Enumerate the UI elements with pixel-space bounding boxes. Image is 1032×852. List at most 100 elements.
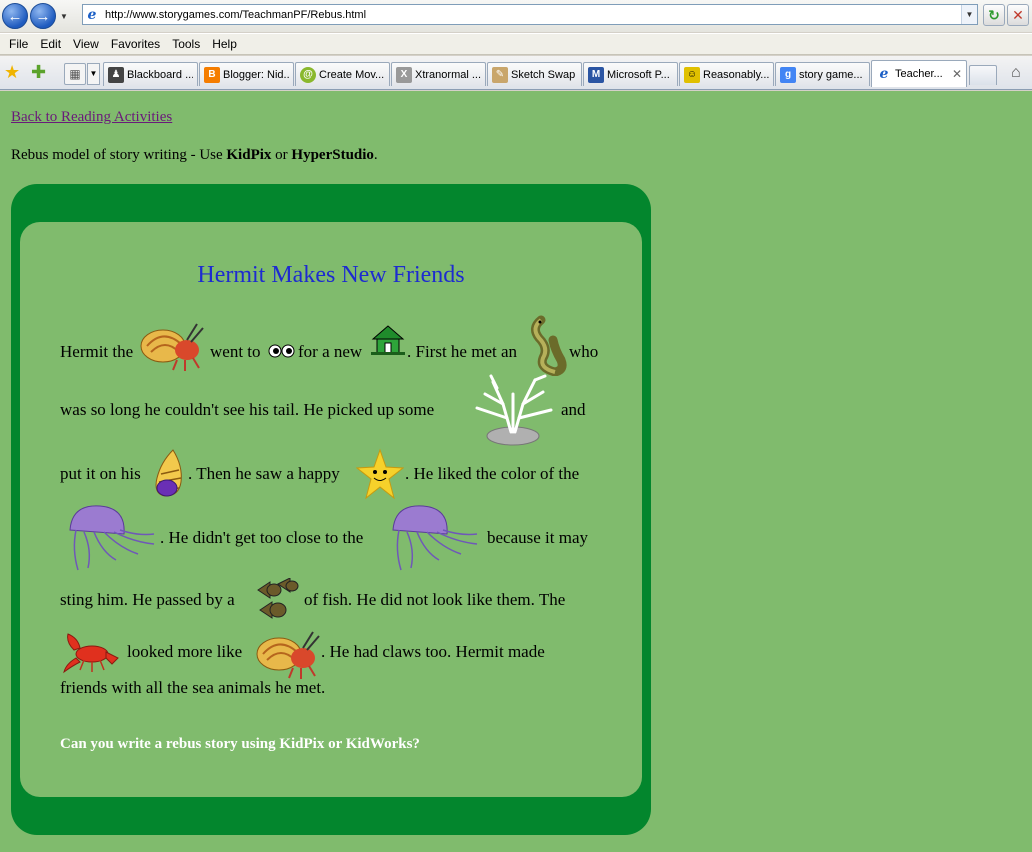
story-text: put it on his	[60, 464, 141, 483]
forward-arrow-icon: →	[35, 7, 51, 25]
menu-help[interactable]: Help	[206, 37, 243, 51]
tab-blogger[interactable]: B Blogger: Nid...	[199, 62, 294, 86]
back-arrow-icon: ←	[7, 7, 23, 25]
menu-bar: File Edit View Favorites Tools Help	[0, 33, 1032, 55]
chevron-down-icon: ▼	[89, 69, 98, 78]
menu-tools[interactable]: Tools	[166, 37, 206, 51]
hermit-crab-image	[140, 323, 204, 371]
story-text: Hermit the	[60, 342, 134, 361]
starfish-image	[356, 448, 404, 500]
stop-icon: ✕	[1012, 6, 1024, 23]
story-text: looked more like	[127, 642, 243, 661]
tab-label: Sketch Swap	[511, 68, 576, 81]
ie-icon: e	[879, 66, 889, 82]
sketch-icon: ✎	[492, 66, 508, 83]
story-text: who	[569, 342, 599, 361]
jellyfish-image	[392, 505, 478, 571]
story-text: . First he met an	[407, 342, 518, 361]
tab-teacher-active[interactable]: e Teacher... ✕	[871, 60, 967, 87]
page-content: Back to Reading Activities Rebus model o…	[0, 91, 1032, 852]
blogger-icon: B	[204, 66, 220, 83]
tab-label: Reasonably...	[703, 68, 769, 81]
url-text[interactable]: http://www.storygames.com/TeachmanPF/Reb…	[101, 9, 961, 21]
microsoft-icon: M	[588, 66, 604, 83]
story-text: friends with all the sea animals he met.	[60, 678, 326, 697]
new-tab-button[interactable]	[969, 65, 997, 85]
story-text: because it may	[487, 528, 589, 547]
story-text: of fish. He did not look like them. The	[304, 590, 566, 609]
tab-story-games[interactable]: g story game...	[775, 62, 870, 86]
menu-edit[interactable]: Edit	[34, 37, 67, 51]
chevron-down-icon: ▼	[965, 10, 974, 19]
google-icon: g	[780, 66, 796, 83]
intro-text: Rebus model of story writing - Use KidPi…	[11, 147, 378, 164]
tab-blackboard[interactable]: ♟ Blackboard ...	[103, 62, 198, 86]
ie-page-icon: e	[87, 6, 97, 23]
back-to-reading-link[interactable]: Back to Reading Activities	[11, 109, 172, 126]
address-row: ← → ▼ e http://www.storygames.com/Teachm…	[0, 0, 1032, 32]
intro-hyperstudio: HyperStudio	[291, 147, 374, 163]
menu-favorites[interactable]: Favorites	[105, 37, 166, 51]
intro-kidpix: KidPix	[226, 147, 272, 163]
tab-list-dropdown[interactable]: ▼	[87, 63, 100, 85]
story-text: . He liked the color of the	[405, 464, 580, 483]
tab-bar: ★ ✚ ▦ ▼ ♟ Blackboard ... B Blogger: Nid.…	[0, 56, 1032, 90]
story-text: was so long he couldn't see his tail. He…	[60, 400, 435, 419]
coral-image	[475, 374, 553, 446]
quick-tabs-button[interactable]: ▦	[64, 63, 86, 85]
robot-icon: ☺	[684, 66, 700, 83]
tab-label: Xtranormal ...	[415, 68, 481, 81]
address-dropdown[interactable]: ▼	[961, 5, 977, 24]
story-text: . He had claws too. Hermit made	[321, 642, 545, 661]
story-text: . Then he saw a happy	[188, 464, 340, 483]
menu-view[interactable]: View	[67, 37, 105, 51]
story-text: for a new	[298, 342, 363, 361]
tab-label: story game...	[799, 68, 863, 81]
house-image	[371, 325, 405, 355]
chevron-down-icon: ▼	[60, 11, 68, 21]
blackboard-icon: ♟	[108, 66, 124, 83]
tab-label: Blackboard ...	[127, 68, 193, 81]
back-button[interactable]: ←	[2, 3, 28, 29]
forward-button[interactable]: →	[30, 3, 56, 29]
history-dropdown[interactable]: ▼	[58, 12, 70, 21]
tab-sketch-swap[interactable]: ✎ Sketch Swap	[487, 62, 582, 86]
tab-create-movie[interactable]: @ Create Mov...	[295, 62, 390, 86]
refresh-button[interactable]: ↻	[983, 4, 1005, 26]
intro-end: .	[373, 147, 378, 163]
stop-button[interactable]: ✕	[1007, 4, 1029, 26]
tab-xtranormal[interactable]: X Xtranormal ...	[391, 62, 486, 86]
fish-school-image	[257, 578, 299, 619]
lobster-image	[63, 633, 119, 674]
tab-label: Blogger: Nid...	[223, 68, 289, 81]
story-card: Hermit Makes New Friends Hermit the went…	[20, 222, 642, 797]
address-bar[interactable]: e http://www.storygames.com/TeachmanPF/R…	[82, 4, 978, 25]
story-text: and	[561, 400, 586, 419]
tab-label: Create Mov...	[319, 68, 385, 81]
hermit-crab-image	[256, 631, 320, 679]
story-text: . He didn't get too close to the	[160, 528, 364, 547]
tab-label: Microsoft P...	[607, 68, 670, 81]
intro-prefix: Rebus model of story writing - Use	[11, 147, 227, 163]
intro-or: or	[271, 147, 292, 163]
story-frame: Hermit Makes New Friends Hermit the went…	[11, 184, 651, 835]
jellyfish-image	[69, 505, 155, 571]
add-favorite-icon[interactable]: ✚	[31, 62, 46, 83]
home-icon[interactable]: ⌂	[1011, 64, 1021, 82]
close-tab-icon[interactable]: ✕	[948, 67, 962, 81]
seashell-image	[155, 449, 182, 497]
spiral-icon: @	[300, 66, 316, 83]
eel-image	[531, 315, 567, 376]
refresh-icon: ↻	[988, 6, 1000, 23]
story-title: Hermit Makes New Friends	[197, 262, 465, 288]
closing-question: Can you write a rebus story using KidPix…	[60, 736, 420, 752]
tab-reasonably[interactable]: ☺ Reasonably...	[679, 62, 774, 86]
menu-file[interactable]: File	[3, 37, 34, 51]
story-text: sting him. He passed by a	[60, 590, 235, 609]
favorites-star-icon[interactable]: ★	[4, 62, 20, 83]
tab-microsoft[interactable]: M Microsoft P...	[583, 62, 678, 86]
tab-label: Teacher...	[895, 68, 943, 80]
grid-icon: ▦	[69, 67, 81, 81]
story-text: went to	[210, 342, 261, 361]
x-icon: X	[396, 66, 412, 83]
